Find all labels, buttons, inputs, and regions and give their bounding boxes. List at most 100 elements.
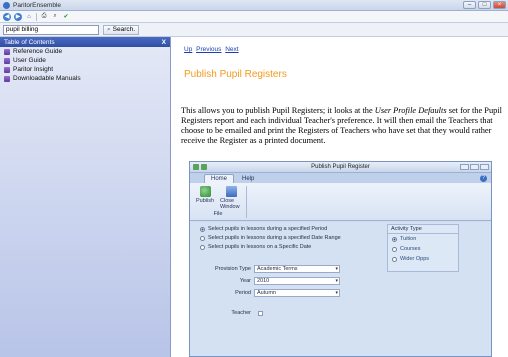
activity-type-title: Activity Type bbox=[388, 225, 458, 234]
toc-item-paritor-insight[interactable]: Paritor Insight bbox=[0, 65, 170, 74]
toc-close-icon[interactable]: X bbox=[162, 39, 166, 46]
bookmark-icon[interactable]: ✔ bbox=[62, 13, 70, 21]
activity-option-courses[interactable]: Courses bbox=[388, 244, 458, 254]
ribbon-group-file: Publish Close Window File bbox=[194, 186, 242, 220]
radio-button[interactable] bbox=[392, 236, 397, 242]
sidebar: Table of Contents X Reference Guide User… bbox=[0, 37, 171, 357]
provision-type-select[interactable]: Academic Terms ▾ bbox=[254, 265, 340, 273]
ribbon-group-label: File bbox=[213, 211, 223, 217]
period-row: Period Autumn ▾ bbox=[198, 289, 340, 297]
book-icon bbox=[4, 48, 10, 55]
radio-label: Courses bbox=[400, 246, 421, 252]
teacher-row: Teacher bbox=[198, 310, 263, 316]
paragraph-emphasis: User Profile Defaults bbox=[374, 106, 447, 115]
activity-option-tuition[interactable]: Tuition bbox=[388, 234, 458, 244]
toc-item-label: User Guide bbox=[13, 57, 46, 64]
chevron-down-icon: ▾ bbox=[335, 278, 338, 284]
search-icon[interactable]: ⌕ bbox=[51, 13, 59, 21]
close-window-button[interactable]: Close Window bbox=[220, 186, 242, 210]
specific-date-option[interactable]: Select pupils in lessons on a Specific D… bbox=[200, 244, 311, 250]
nav-previous-link[interactable]: Previous bbox=[196, 46, 221, 53]
chevron-down-icon: ▾ bbox=[335, 266, 338, 272]
dialog-screenshot: Publish Pupil Register Home Help ? Publi… bbox=[189, 161, 492, 357]
book-icon bbox=[4, 57, 10, 64]
page-title: Publish Pupil Registers bbox=[184, 69, 287, 80]
provision-type-label: Provision Type bbox=[215, 266, 251, 272]
toc-item-downloadable-manuals[interactable]: Downloadable Manuals bbox=[0, 74, 170, 83]
nav-next-link[interactable]: Next bbox=[225, 46, 238, 53]
body-paragraph: This allows you to publish Pupil Registe… bbox=[181, 106, 503, 146]
period-select[interactable]: Autumn ▾ bbox=[254, 289, 340, 297]
toolbar-separator bbox=[36, 12, 37, 21]
maximize-button[interactable]: □ bbox=[478, 1, 491, 9]
window-titlebar: ParitorEnsemble – □ × bbox=[0, 0, 508, 11]
year-select[interactable]: 2010 ▾ bbox=[254, 277, 340, 285]
dialog-titlebar: Publish Pupil Register bbox=[190, 162, 491, 173]
quick-access-icons bbox=[193, 164, 207, 170]
radio-label: Select pupils in lessons during a specif… bbox=[208, 235, 341, 241]
dialog-title: Publish Pupil Register bbox=[311, 164, 370, 170]
radio-button[interactable] bbox=[200, 226, 205, 232]
toc-item-reference-guide[interactable]: Reference Guide bbox=[0, 47, 170, 56]
book-icon bbox=[4, 75, 10, 82]
tab-help[interactable]: Help bbox=[236, 175, 260, 183]
ribbon-tabs: Home Help ? bbox=[190, 173, 491, 183]
ribbon-separator bbox=[246, 186, 247, 218]
radio-button[interactable] bbox=[392, 256, 397, 262]
back-icon[interactable]: ◀ bbox=[3, 12, 11, 21]
radio-label: Wider Opps bbox=[400, 256, 430, 262]
activity-option-wider-opps[interactable]: Wider Opps bbox=[388, 254, 458, 264]
print-icon[interactable]: ⎙ bbox=[40, 13, 48, 21]
publish-button[interactable]: Publish bbox=[194, 186, 216, 210]
select-value: 2010 bbox=[257, 278, 270, 284]
search-button[interactable]: ⌕ Search. bbox=[103, 24, 140, 35]
app-icon bbox=[3, 1, 10, 9]
teacher-checkbox[interactable] bbox=[258, 310, 263, 316]
paragraph-text: This allows you to publish Pupil Registe… bbox=[181, 106, 375, 115]
toc-header: Table of Contents X bbox=[0, 37, 170, 47]
toc-title: Table of Contents bbox=[4, 38, 55, 46]
radio-label: Tuition bbox=[400, 236, 417, 242]
publish-icon bbox=[199, 186, 211, 197]
radio-button[interactable] bbox=[392, 246, 397, 252]
search-button-label: Search. bbox=[112, 26, 136, 33]
radio-button[interactable] bbox=[200, 244, 205, 250]
radio-button[interactable] bbox=[200, 235, 205, 241]
radio-label: Select pupils in lessons during a specif… bbox=[208, 226, 328, 232]
help-content: Up Previous Next Publish Pupil Registers… bbox=[172, 37, 508, 357]
toolbar: ◀ ▶ ⌂ ⎙ ⌕ ✔ bbox=[0, 11, 508, 23]
minimize-button[interactable]: – bbox=[463, 1, 476, 9]
teacher-label: Teacher bbox=[231, 310, 251, 316]
search-bar: ⌕ Search. bbox=[0, 23, 508, 37]
activity-type-group: Activity Type Tuition Courses Wider Opps bbox=[387, 224, 459, 272]
forward-icon[interactable]: ▶ bbox=[14, 12, 22, 21]
book-icon bbox=[4, 66, 10, 73]
search-icon: ⌕ bbox=[107, 25, 111, 33]
ribbon: Publish Close Window File bbox=[190, 183, 491, 221]
year-row: Year 2010 ▾ bbox=[198, 277, 340, 285]
search-input[interactable] bbox=[3, 24, 99, 35]
select-value: Autumn bbox=[257, 290, 276, 296]
toc-item-user-guide[interactable]: User Guide bbox=[0, 56, 170, 65]
window-controls: – □ × bbox=[463, 1, 506, 9]
close-window-icon bbox=[225, 186, 237, 197]
home-icon[interactable]: ⌂ bbox=[25, 13, 33, 21]
toc-item-label: Paritor Insight bbox=[13, 66, 54, 73]
chevron-down-icon: ▾ bbox=[335, 290, 338, 296]
date-range-option[interactable]: Select pupils in lessons during a specif… bbox=[200, 235, 341, 241]
period-option[interactable]: Select pupils in lessons during a specif… bbox=[200, 226, 327, 232]
dialog-window-controls bbox=[460, 164, 489, 170]
toc-item-label: Downloadable Manuals bbox=[13, 75, 81, 82]
tab-home[interactable]: Home bbox=[204, 174, 235, 183]
nav-up-link[interactable]: Up bbox=[184, 46, 192, 53]
dialog-form: Select pupils in lessons during a specif… bbox=[190, 222, 491, 356]
period-label: Period bbox=[235, 290, 251, 296]
help-icon[interactable]: ? bbox=[480, 175, 487, 182]
window-title: ParitorEnsemble bbox=[13, 1, 62, 9]
year-label: Year bbox=[239, 278, 251, 284]
close-window-label: Close Window bbox=[220, 198, 240, 210]
radio-label: Select pupils in lessons on a Specific D… bbox=[208, 244, 312, 250]
select-value: Academic Terms bbox=[257, 266, 298, 272]
topic-nav: Up Previous Next bbox=[184, 46, 241, 53]
close-button[interactable]: × bbox=[493, 1, 506, 9]
